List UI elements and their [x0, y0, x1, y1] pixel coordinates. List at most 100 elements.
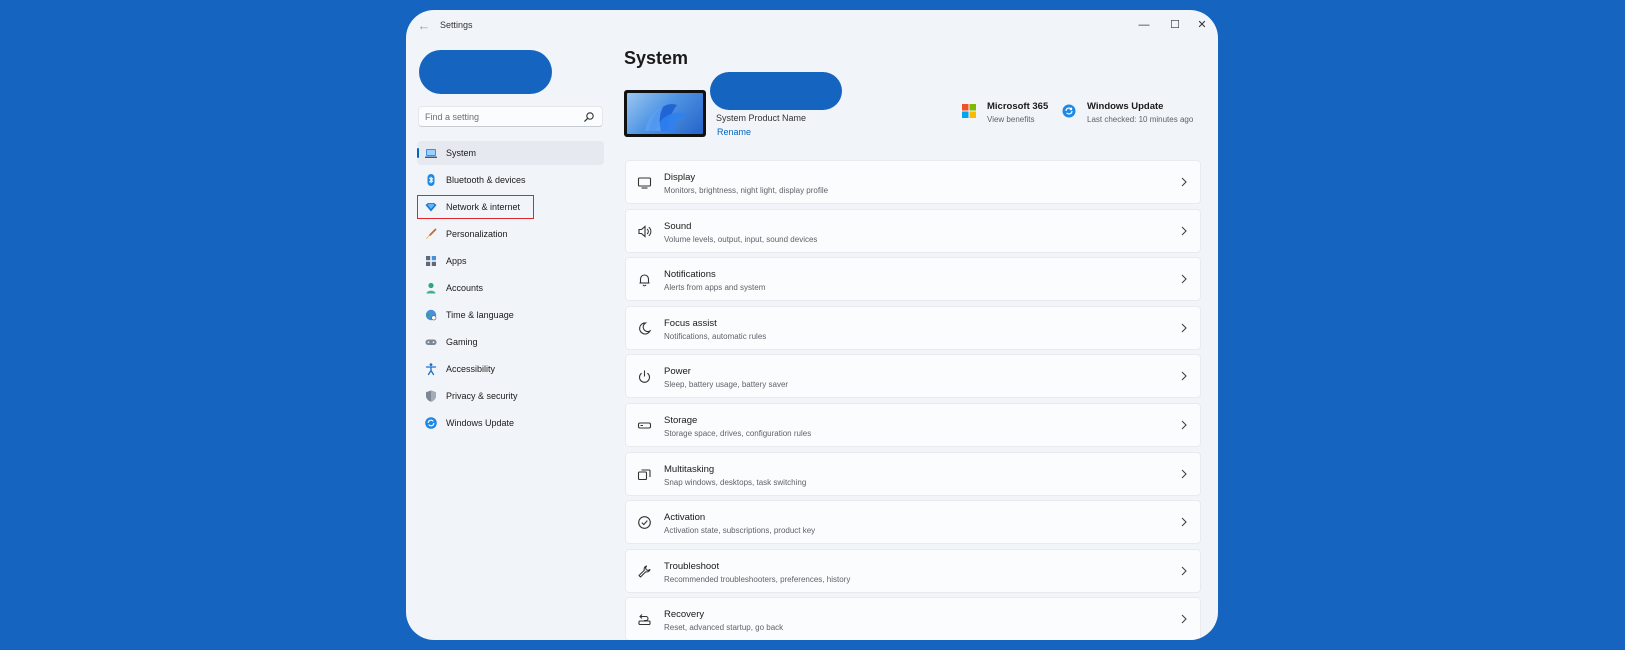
sidebar-item-network[interactable]: Network & internet	[417, 195, 534, 219]
maximize-button[interactable]: ☐	[1161, 14, 1189, 36]
sidebar-item-label: System	[446, 148, 477, 158]
device-wallpaper-thumbnail	[624, 90, 706, 137]
page-title: System	[624, 48, 689, 68]
chevron-right-icon	[1181, 469, 1187, 478]
sidebar-item-label: Time & language	[446, 310, 514, 320]
card-subtitle: Snap windows, desktops, task switching	[664, 477, 807, 487]
tile-subtitle[interactable]: View benefits	[987, 115, 1034, 124]
card-subtitle: Reset, advanced startup, go back	[664, 623, 784, 633]
device-name-redacted-blob	[710, 72, 842, 110]
brush-icon	[426, 228, 437, 239]
tile-title: Windows Update	[1087, 101, 1164, 112]
selection-indicator	[417, 148, 419, 158]
power-icon	[638, 370, 651, 384]
bell-icon	[639, 274, 650, 287]
card-title: Multitasking	[664, 463, 715, 475]
card-recovery[interactable]: Recovery Reset, advanced startup, go bac…	[625, 597, 1201, 640]
card-activation[interactable]: Activation Activation state, subscriptio…	[625, 500, 1201, 545]
back-button[interactable]: ←	[416, 19, 432, 33]
sync-icon	[1062, 104, 1076, 118]
sidebar-item-gaming[interactable]: Gaming	[417, 330, 604, 354]
moon-icon	[639, 322, 652, 335]
sidebar-item-system[interactable]: System	[417, 141, 604, 165]
check-circle-icon	[638, 516, 651, 530]
card-display[interactable]: Display Monitors, brightness, night ligh…	[625, 160, 1201, 204]
card-subtitle: Recommended troubleshooters, preferences…	[664, 574, 851, 584]
sidebar-nav: System Bluetooth & devices Network & int…	[417, 141, 604, 438]
bluetooth-icon	[427, 174, 435, 186]
card-multitasking[interactable]: Multitasking Snap windows, desktops, tas…	[625, 451, 1201, 496]
rename-link[interactable]: Rename	[717, 127, 751, 137]
card-focus-assist[interactable]: Focus assist Notifications, automatic ru…	[625, 305, 1201, 350]
sidebar-item-privacy-security[interactable]: Privacy & security	[417, 384, 604, 408]
product-name: System Product Name	[716, 113, 807, 123]
multitask-icon	[637, 469, 651, 480]
sidebar-item-label: Network & internet	[446, 202, 521, 212]
sidebar-item-label: Windows Update	[446, 418, 515, 428]
shield-icon	[426, 390, 436, 402]
bloom-wallpaper-icon	[645, 104, 687, 131]
speaker-icon	[638, 224, 652, 238]
chevron-right-icon	[1181, 566, 1187, 576]
minimize-button[interactable]: —	[1130, 14, 1158, 36]
card-title: Storage	[664, 414, 698, 426]
settings-card-list: Display Monitors, brightness, night ligh…	[625, 160, 1201, 640]
chevron-right-icon	[1181, 226, 1187, 235]
apps-icon	[426, 256, 436, 266]
microsoft-logo-icon	[962, 104, 976, 118]
sidebar-item-accounts[interactable]: Accounts	[417, 276, 604, 300]
tile-title: Microsoft 365	[987, 101, 1049, 112]
chevron-right-icon	[1181, 323, 1187, 333]
card-title: Display	[664, 172, 696, 183]
sidebar-item-apps[interactable]: Apps	[417, 249, 604, 273]
profile-redacted-blob[interactable]	[419, 50, 552, 94]
close-button[interactable]: ✕	[1188, 14, 1216, 36]
card-subtitle: Notifications, automatic rules	[664, 331, 767, 341]
sidebar-item-label: Accounts	[446, 283, 484, 293]
card-storage[interactable]: Storage Storage space, drives, configura…	[625, 402, 1201, 447]
card-title: Notifications	[664, 269, 716, 281]
storage-icon	[637, 422, 652, 429]
tile-subtitle: Last checked: 10 minutes ago	[1087, 115, 1194, 124]
card-subtitle: Volume levels, output, input, sound devi…	[664, 234, 818, 244]
title-bar: ← Settings — ☐ ✕	[406, 10, 1218, 42]
sidebar-item-label: Personalization	[446, 229, 508, 239]
card-subtitle: Activation state, subscriptions, product…	[664, 526, 816, 536]
card-notifications[interactable]: Notifications Alerts from apps and syste…	[625, 257, 1201, 302]
card-power[interactable]: Power Sleep, battery usage, battery save…	[625, 354, 1201, 399]
search-input[interactable]	[425, 110, 575, 124]
card-subtitle: Alerts from apps and system	[664, 283, 766, 293]
card-sound[interactable]: Sound Volume levels, output, input, soun…	[625, 208, 1201, 253]
card-subtitle: Sleep, battery usage, battery saver	[664, 380, 789, 390]
card-title: Focus assist	[664, 317, 717, 329]
sidebar-item-time-language[interactable]: Time & language	[417, 303, 604, 327]
sidebar-item-label: Apps	[446, 256, 467, 266]
search-icon[interactable]	[583, 111, 595, 123]
controller-icon	[425, 339, 437, 345]
app-title: Settings	[440, 20, 473, 30]
search-box[interactable]	[418, 106, 603, 127]
sidebar-item-personalization[interactable]: Personalization	[417, 222, 604, 246]
sidebar-item-label: Privacy & security	[446, 391, 518, 401]
chevron-right-icon	[1181, 420, 1187, 430]
chevron-right-icon	[1181, 177, 1187, 187]
card-title: Power	[664, 366, 691, 378]
sidebar-item-label: Bluetooth & devices	[446, 175, 526, 185]
chevron-right-icon	[1181, 274, 1187, 284]
settings-window: ← Settings — ☐ ✕ System Blueto	[406, 10, 1218, 640]
display-icon	[637, 177, 652, 189]
chevron-right-icon	[1181, 614, 1187, 624]
card-subtitle: Storage space, drives, configuration rul…	[664, 428, 812, 438]
sidebar-item-bluetooth[interactable]: Bluetooth & devices	[417, 168, 604, 192]
sidebar-item-accessibility[interactable]: Accessibility	[417, 357, 604, 381]
card-title: Recovery	[664, 609, 705, 621]
globe-clock-icon	[425, 309, 437, 321]
card-subtitle: Monitors, brightness, night light, displ…	[664, 186, 829, 195]
card-title: Sound	[664, 220, 692, 232]
update-icon	[425, 417, 437, 429]
sidebar-item-label: Accessibility	[446, 364, 496, 374]
card-title: Activation	[664, 512, 706, 524]
wifi-diamond-icon	[425, 203, 437, 212]
sidebar-item-windows-update[interactable]: Windows Update	[417, 411, 604, 435]
card-troubleshoot[interactable]: Troubleshoot Recommended troubleshooters…	[625, 548, 1201, 593]
